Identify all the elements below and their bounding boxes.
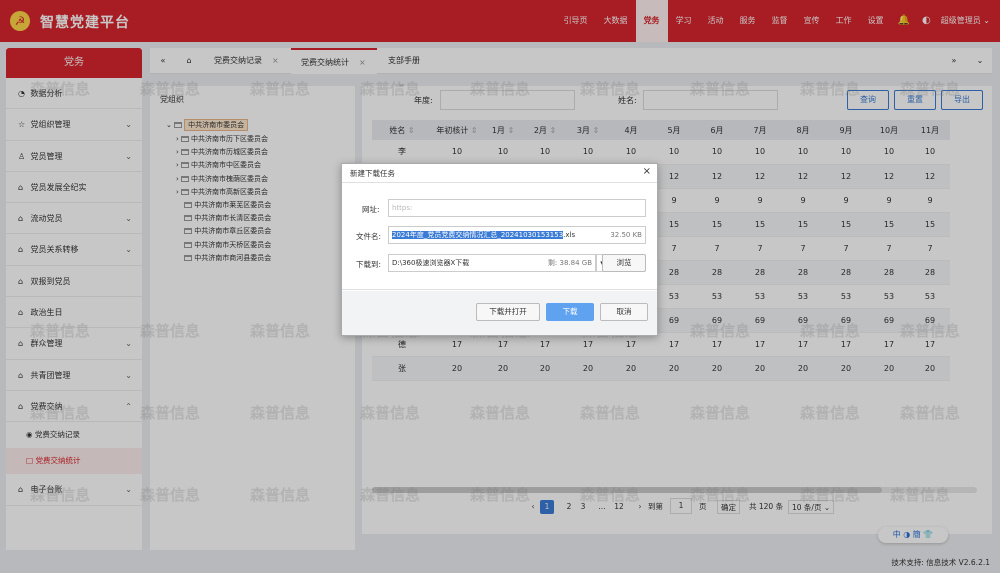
file-size: 32.50 KB [610,231,642,239]
filename-selected: 2024年度_党员党费交纳情况汇总_20241030153153 [392,231,564,239]
dialog-title: 新建下载任务 [350,169,395,178]
cancel-button[interactable]: 取消 [600,303,648,321]
free-space: 剩: 38.84 GB [547,259,592,267]
download-and-open-button[interactable]: 下载并打开 [476,303,540,321]
dialog-footer: 下载并打开 下载 取消 [342,291,657,335]
browse-button[interactable]: 浏览 [602,254,646,272]
filename-input[interactable]: 2024年度_党员党费交纳情况汇总_20241030153153.xls 32.… [388,226,646,244]
download-dialog: 新建下载任务 × 网址: https: 文件名: 2024年度_党员党费交纳情况… [341,163,658,336]
save-path-input[interactable]: D:\360极速浏览器X下载 剩: 38.84 GB [388,254,596,272]
save-to-label: 下载到: [356,260,382,269]
dialog-body: 网址: https: 文件名: 2024年度_党员党费交纳情况汇总_202410… [342,182,657,290]
url-label: 网址: [362,205,380,214]
download-button[interactable]: 下载 [546,303,594,321]
filename-label: 文件名: [356,232,382,241]
url-input[interactable]: https: [388,199,646,217]
close-icon[interactable]: × [643,166,651,177]
